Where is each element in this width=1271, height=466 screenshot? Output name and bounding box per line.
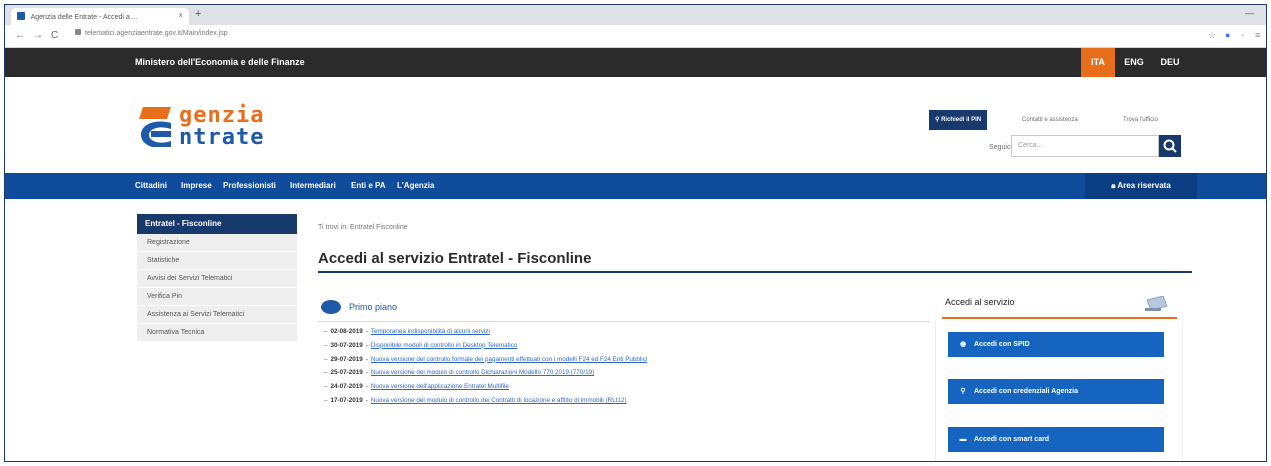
reload-button[interactable]: C [51, 30, 58, 41]
main-nav: Cittadini Imprese Professionisti Interme… [5, 173, 1266, 199]
extension-icon[interactable]: ◦ [1241, 30, 1244, 40]
agenzia-entrate-logo[interactable]: genzia ntrate [137, 103, 312, 153]
news-link[interactable]: Nuova versione del controllo formale dei… [371, 356, 647, 363]
news-date: 24-07-2019 [330, 383, 363, 391]
logo-word-ntrate: ntrate [179, 125, 265, 150]
ministry-bar: Ministero dell'Economia e delle Finanze … [5, 48, 1266, 77]
favicon-icon [17, 12, 25, 20]
sidebar-item-registrazione[interactable]: Registrazione [137, 234, 297, 252]
lang-deu[interactable]: DEU [1153, 48, 1187, 77]
nav-agenzia[interactable]: L'Agenzia [397, 173, 434, 199]
lang-eng[interactable]: ENG [1117, 48, 1151, 77]
sidebar-head[interactable]: Entratel - Fisconline [137, 214, 297, 234]
tab-close-icon[interactable]: × [178, 11, 183, 20]
spid-icon: ◉ [959, 341, 967, 348]
nav-professionisti[interactable]: Professionisti [223, 173, 276, 199]
url-field[interactable]: telematici.agenziaentrate.gov.it/Main/in… [75, 29, 228, 37]
news-item: –29-07-2019- Nuova versione del controllo… [324, 355, 648, 363]
ministry-title: Ministero dell'Economia e delle Finanze [135, 57, 305, 67]
news-item: –30-07-2019- Disponibile moduli di contro… [324, 341, 518, 349]
nav-intermediari[interactable]: Intermediari [290, 173, 336, 199]
card-icon: ▬ [959, 436, 967, 443]
news-link[interactable]: Temporanea indisponibilità di alcuni ser… [371, 328, 490, 335]
news-date: 02-08-2019 [330, 328, 363, 335]
accedi-smartcard-button[interactable]: ▬ Accedi con smart card [948, 427, 1164, 452]
star-icon[interactable]: ☆ [1208, 30, 1216, 41]
back-button[interactable]: ← [15, 30, 25, 41]
sidebar-item-verifica-pin[interactable]: Verifica Pin [137, 288, 297, 306]
trova-ufficio-link[interactable]: Trova l'ufficio [1123, 117, 1158, 123]
extension-icon[interactable]: ● [1225, 30, 1230, 40]
lock-icon [75, 29, 81, 35]
accedi-credenziali-button[interactable]: ⚲ Accedi con credenziali Agenzia [948, 379, 1164, 404]
address-bar: ← → C telematici.agenziaentrate.gov.it/M… [5, 25, 1266, 48]
new-tab-button[interactable]: + [195, 8, 201, 20]
browser-tab[interactable]: Agenzia delle Entrate - Accedi a ... × [11, 8, 189, 25]
news-item: –24-07-2019- Nuova versione dell'applicaz… [324, 383, 509, 391]
news-date: 30-07-2019 [330, 341, 363, 349]
sidebar-item-normativa[interactable]: Normativa Tecnica [137, 324, 297, 342]
accedi-spid-button[interactable]: ◉ Accedi con SPID [948, 332, 1164, 357]
computer-icon [1145, 296, 1168, 311]
url-text: telematici.agenziaentrate.gov.it/Main/in… [85, 30, 228, 37]
logo-mark-icon [139, 107, 171, 147]
key-icon: ⚲ [960, 388, 966, 395]
news-item: –25-07-2019- Nuova versione del modulo di… [324, 369, 595, 377]
page-title: Accedi al servizio Entratel - Fisconline [318, 250, 592, 267]
area-riservata-label: Area riservata [1117, 181, 1171, 190]
area-riservata-button[interactable]: 🔒︎ Area riservata [1085, 173, 1197, 199]
news-item: –17-07-2019- Nuova versione del modulo di… [324, 396, 627, 404]
news-list: –02-08-2019- Temporanea indisponibilità d… [318, 328, 930, 411]
sidebar: Entratel - Fisconline Registrazione Stat… [137, 214, 297, 342]
news-date: 17-07-2019 [330, 396, 363, 404]
browser-tab-bar: Agenzia delle Entrate - Accedi a ... × +… [5, 5, 1266, 25]
news-date: 29-07-2019 [330, 355, 363, 363]
news-date: 25-07-2019 [330, 369, 363, 377]
browser-window: Agenzia delle Entrate - Accedi a ... × +… [4, 4, 1267, 462]
accedi-smartcard-label: Accedi con smart card [974, 436, 1050, 443]
breadcrumb: Ti trovi in: Entratel Fisconline [318, 224, 408, 231]
richiedi-pin-label: Richiedi il PIN [941, 117, 982, 123]
contatti-link[interactable]: Contatti e assistenza [1022, 117, 1078, 123]
site-header: genzia ntrate ⚲ Richiedi il PIN Contatti… [5, 77, 1266, 173]
accedi-credenziali-label: Accedi con credenziali Agenzia [974, 388, 1078, 395]
primo-piano-divider [318, 321, 930, 322]
tab-title: Agenzia delle Entrate - Accedi a ... [30, 14, 138, 21]
sidebar-item-statistiche[interactable]: Statistiche [137, 252, 297, 270]
news-link[interactable]: Nuova versione del modulo di controllo d… [371, 397, 627, 404]
minimize-button[interactable]: — [1245, 8, 1254, 18]
forward-button[interactable]: → [33, 30, 43, 41]
nav-imprese[interactable]: Imprese [181, 173, 212, 199]
megaphone-icon [321, 300, 341, 314]
accedi-divider [942, 317, 1177, 319]
sidebar-item-avvisi[interactable]: Avvisi dei Servizi Telematici [137, 270, 297, 288]
search-input[interactable]: Cerca... [1011, 135, 1159, 157]
primo-piano-heading: Primo piano [349, 302, 398, 312]
search-icon [1163, 139, 1177, 153]
accedi-spid-label: Accedi con SPID [974, 341, 1030, 348]
sidebar-item-assistenza[interactable]: Assistenza ai Servizi Telematici [137, 306, 297, 324]
nav-cittadini[interactable]: Cittadini [135, 173, 167, 199]
news-link[interactable]: Disponibile moduli di controllo in Deskt… [371, 342, 518, 349]
news-item: –02-08-2019- Temporanea indisponibilità d… [324, 328, 490, 335]
menu-icon[interactable]: ≡ [1255, 30, 1260, 40]
news-link[interactable]: Nuova versione del modulo di controllo D… [371, 369, 594, 376]
nav-enti-pa[interactable]: Enti e PA [351, 173, 386, 199]
search-button[interactable] [1159, 135, 1181, 157]
title-divider [318, 271, 1192, 273]
news-link[interactable]: Nuova versione dell'applicazione Entrate… [371, 383, 509, 390]
richiedi-pin-button[interactable]: ⚲ Richiedi il PIN [929, 110, 988, 130]
accedi-heading: Accedi al servizio [945, 297, 1015, 307]
lang-ita[interactable]: ITA [1081, 48, 1115, 77]
